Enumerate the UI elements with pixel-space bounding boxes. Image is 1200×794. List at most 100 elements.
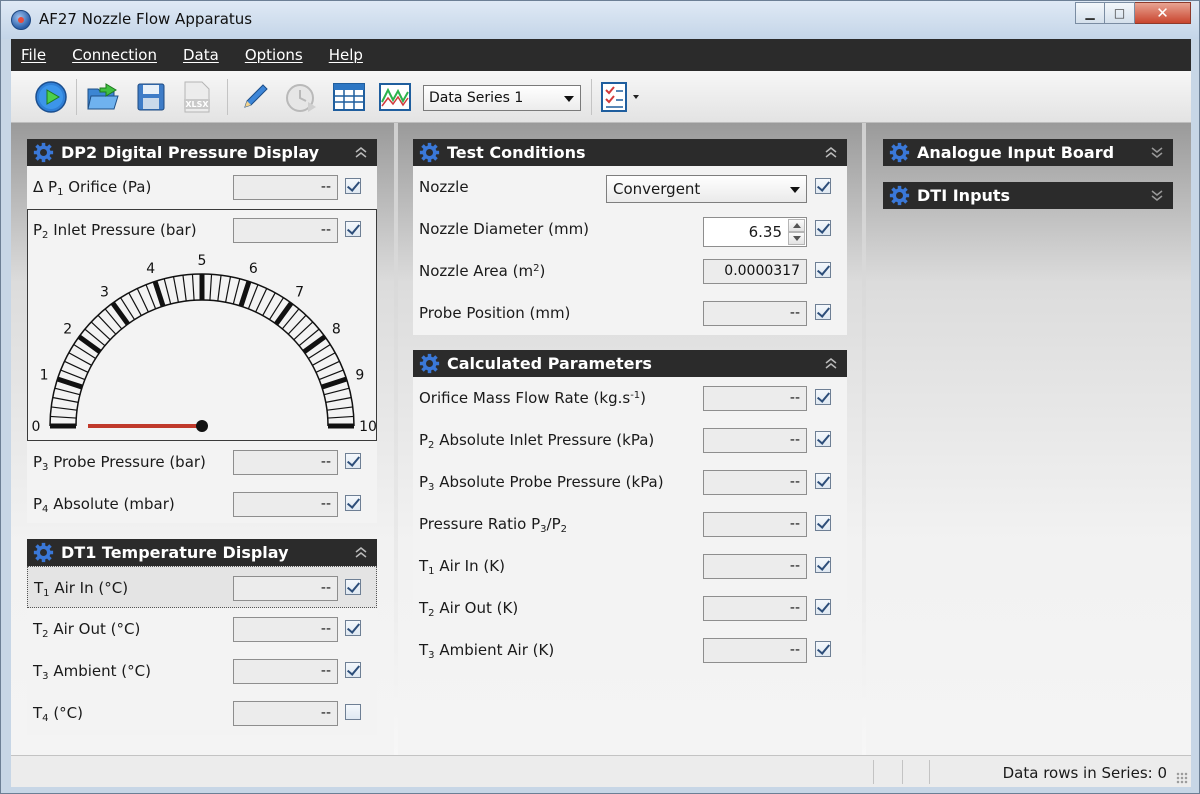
- value-field: --: [233, 617, 338, 642]
- menu-file[interactable]: File: [21, 46, 46, 64]
- calculated-parameters-header[interactable]: Calculated Parameters: [413, 350, 847, 377]
- diameter-stepper[interactable]: 6.35: [703, 217, 807, 247]
- gear-icon: [889, 142, 910, 163]
- pencil-icon[interactable]: [237, 79, 273, 115]
- gauge-major-tick: [56, 376, 83, 390]
- close-button[interactable]: ✕: [1135, 2, 1191, 24]
- gauge-major-tick: [238, 280, 252, 307]
- log-checkbox[interactable]: [815, 262, 831, 278]
- calculated-parameters-title: Calculated Parameters: [447, 354, 652, 373]
- resize-grip[interactable]: [1176, 772, 1188, 784]
- table-icon[interactable]: [331, 79, 367, 115]
- log-checkbox[interactable]: [345, 662, 361, 678]
- log-checkbox[interactable]: [815, 515, 831, 531]
- column-divider: [394, 123, 398, 755]
- row-label: P3 Absolute Probe Pressure (kPa): [419, 473, 664, 493]
- dp2-title: DP2 Digital Pressure Display: [61, 143, 320, 162]
- collapse-icon[interactable]: [823, 355, 839, 371]
- probe-row: Probe Position (mm) --: [413, 292, 847, 334]
- gauge-minor-tick: [163, 278, 172, 305]
- log-checkbox[interactable]: [815, 599, 831, 615]
- nozzle-label: Nozzle: [419, 178, 469, 196]
- log-checkbox[interactable]: [815, 178, 831, 194]
- log-checkbox[interactable]: [345, 579, 361, 595]
- window-title: AF27 Nozzle Flow Apparatus: [39, 10, 253, 28]
- dp2-row-absolute: P4 Absolute (mbar) --: [27, 483, 377, 525]
- gauge-minor-tick: [52, 396, 79, 403]
- data-series-dropdown[interactable]: Data Series 1: [423, 85, 581, 111]
- checklist-icon[interactable]: [597, 79, 633, 115]
- toolbar-separator: [227, 79, 228, 115]
- calc-row-pressure-ratio: Pressure Ratio P3/P2 --: [413, 503, 847, 545]
- area-value: 0.0000317: [703, 259, 807, 284]
- maximize-button[interactable]: □: [1105, 2, 1135, 24]
- log-checkbox[interactable]: [815, 557, 831, 573]
- gauge-tick-label: 7: [295, 285, 304, 301]
- analogue-input-panel: Analogue Input Board: [883, 139, 1173, 166]
- value-field: --: [703, 428, 807, 453]
- graph-icon[interactable]: [377, 79, 413, 115]
- export-xlsx-icon[interactable]: XLSX: [179, 79, 215, 115]
- gauge-minor-tick: [312, 352, 336, 366]
- log-checkbox[interactable]: [815, 220, 831, 236]
- gauge-minor-tick: [172, 276, 179, 303]
- dp2-panel: DP2 Digital Pressure Display Δ P1 Orific…: [27, 139, 377, 523]
- collapse-icon[interactable]: [353, 544, 369, 560]
- log-checkbox[interactable]: [345, 453, 361, 469]
- menu-connection[interactable]: Connection: [72, 46, 157, 64]
- status-divider: [929, 760, 930, 784]
- dti-inputs-header[interactable]: DTI Inputs: [883, 182, 1173, 209]
- log-checkbox[interactable]: [815, 431, 831, 447]
- menu-options[interactable]: Options: [245, 46, 303, 64]
- log-checkbox[interactable]: [345, 221, 361, 237]
- title-bar: AF27 Nozzle Flow Apparatus ▁ □ ✕: [1, 1, 1199, 39]
- analogue-input-header[interactable]: Analogue Input Board: [883, 139, 1173, 166]
- stepper-down-icon[interactable]: [788, 232, 805, 245]
- log-checkbox[interactable]: [815, 473, 831, 489]
- log-checkbox[interactable]: [345, 620, 361, 636]
- minimize-button[interactable]: ▁: [1075, 2, 1105, 24]
- probe-value: --: [703, 301, 807, 326]
- expand-icon[interactable]: [1149, 144, 1165, 160]
- row-label: Orifice Mass Flow Rate (kg.s-1): [419, 389, 647, 407]
- log-checkbox[interactable]: [815, 641, 831, 657]
- row-label: P4 Absolute (mbar): [33, 495, 175, 515]
- collapse-icon[interactable]: [353, 144, 369, 160]
- status-divider: [873, 760, 874, 784]
- play-icon[interactable]: [33, 79, 69, 115]
- checklist-dropdown-arrow[interactable]: [629, 79, 643, 115]
- dt1-row-ambient: T3 Ambient (°C) --: [27, 650, 377, 692]
- collapse-icon[interactable]: [823, 144, 839, 160]
- log-checkbox[interactable]: [815, 304, 831, 320]
- expand-icon[interactable]: [1149, 187, 1165, 203]
- menu-help[interactable]: Help: [329, 46, 363, 64]
- menu-data[interactable]: Data: [183, 46, 219, 64]
- log-checkbox[interactable]: [345, 178, 361, 194]
- open-folder-icon[interactable]: [85, 79, 121, 115]
- dt1-panel-header[interactable]: DT1 Temperature Display: [27, 539, 377, 566]
- value-field: --: [233, 218, 338, 243]
- dt1-row-air-out: T2 Air Out (°C) --: [27, 608, 377, 650]
- test-conditions-header[interactable]: Test Conditions: [413, 139, 847, 166]
- value-field: --: [703, 386, 807, 411]
- stepper-up-icon[interactable]: [788, 219, 805, 232]
- gauge-minor-tick: [232, 278, 241, 305]
- app-window: AF27 Nozzle Flow Apparatus ▁ □ ✕ File Co…: [0, 0, 1200, 794]
- gauge-tick-label: 3: [100, 285, 109, 301]
- test-conditions-panel: Test Conditions Nozzle Convergent Nozzle…: [413, 139, 847, 335]
- log-checkbox[interactable]: [345, 704, 361, 720]
- row-label: P2 Absolute Inlet Pressure (kPa): [419, 431, 655, 451]
- dp2-panel-header[interactable]: DP2 Digital Pressure Display: [27, 139, 377, 166]
- log-checkbox[interactable]: [815, 389, 831, 405]
- gauge-minor-tick: [247, 284, 259, 310]
- timer-icon[interactable]: [283, 79, 319, 115]
- log-checkbox[interactable]: [345, 495, 361, 511]
- gauge-tick-label: 10: [359, 419, 376, 435]
- toolbar: XLSX Data Series 1: [11, 71, 1191, 123]
- nozzle-dropdown[interactable]: Convergent: [606, 175, 807, 203]
- gauge-minor-tick: [217, 275, 222, 302]
- gear-icon: [889, 185, 910, 206]
- gauge-major-tick: [152, 280, 166, 307]
- save-icon[interactable]: [133, 79, 169, 115]
- gauge-minor-tick: [315, 360, 340, 373]
